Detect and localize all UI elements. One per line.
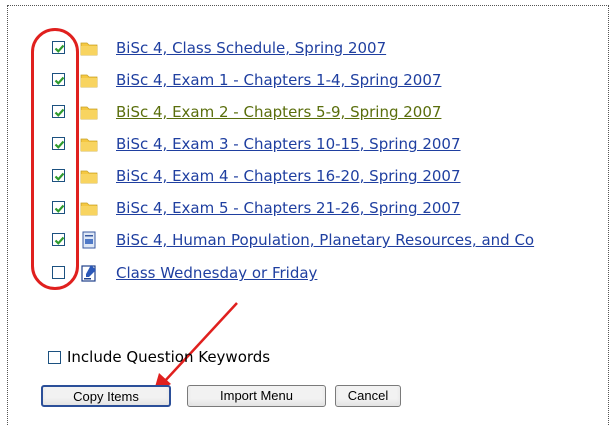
folder-icon [80, 103, 98, 121]
list-item: BiSc 4, Exam 1 - Chapters 1-4, Spring 20… [52, 69, 616, 93]
include-keywords-option[interactable]: Include Question Keywords [48, 347, 368, 369]
folder-icon [80, 71, 98, 89]
include-keywords-checkbox[interactable] [48, 351, 61, 364]
document-icon [80, 231, 98, 249]
item-link[interactable]: BiSc 4, Class Schedule, Spring 2007 [116, 37, 386, 59]
list-item: BiSc 4, Human Population, Planetary Reso… [52, 229, 616, 253]
item-list: BiSc 4, Class Schedule, Spring 2007 BiSc … [0, 0, 616, 300]
copy-items-button[interactable]: Copy Items [41, 385, 171, 407]
item-link[interactable]: BiSc 4, Exam 5 - Chapters 21-26, Spring … [116, 197, 461, 219]
list-item: BiSc 4, Class Schedule, Spring 2007 [52, 37, 616, 61]
item-link[interactable]: BiSc 4, Exam 4 - Chapters 16-20, Spring … [116, 165, 461, 187]
folder-icon [80, 39, 98, 57]
list-item: BiSc 4, Exam 3 - Chapters 10-15, Spring … [52, 133, 616, 157]
include-keywords-label: Include Question Keywords [67, 348, 271, 366]
annotation-oval [31, 28, 79, 290]
item-link[interactable]: BiSc 4, Exam 3 - Chapters 10-15, Spring … [116, 133, 461, 155]
item-link[interactable]: BiSc 4, Exam 2 - Chapters 5-9, Spring 20… [116, 101, 441, 123]
folder-icon [80, 135, 98, 153]
list-item: BiSc 4, Exam 4 - Chapters 16-20, Spring … [52, 165, 616, 189]
item-link[interactable]: BiSc 4, Human Population, Planetary Reso… [116, 229, 534, 251]
import-menu-button[interactable]: Import Menu [187, 385, 326, 407]
folder-icon [80, 199, 98, 217]
folder-icon [80, 167, 98, 185]
item-link[interactable]: BiSc 4, Exam 1 - Chapters 1-4, Spring 20… [116, 69, 441, 91]
list-item: Class Wednesday or Friday [52, 262, 616, 286]
list-item: BiSc 4, Exam 2 - Chapters 5-9, Spring 20… [52, 101, 616, 125]
list-item: BiSc 4, Exam 5 - Chapters 21-26, Spring … [52, 197, 616, 221]
item-link[interactable]: Class Wednesday or Friday [116, 262, 317, 284]
cancel-button[interactable]: Cancel [335, 385, 401, 407]
assignment-icon [80, 264, 98, 282]
